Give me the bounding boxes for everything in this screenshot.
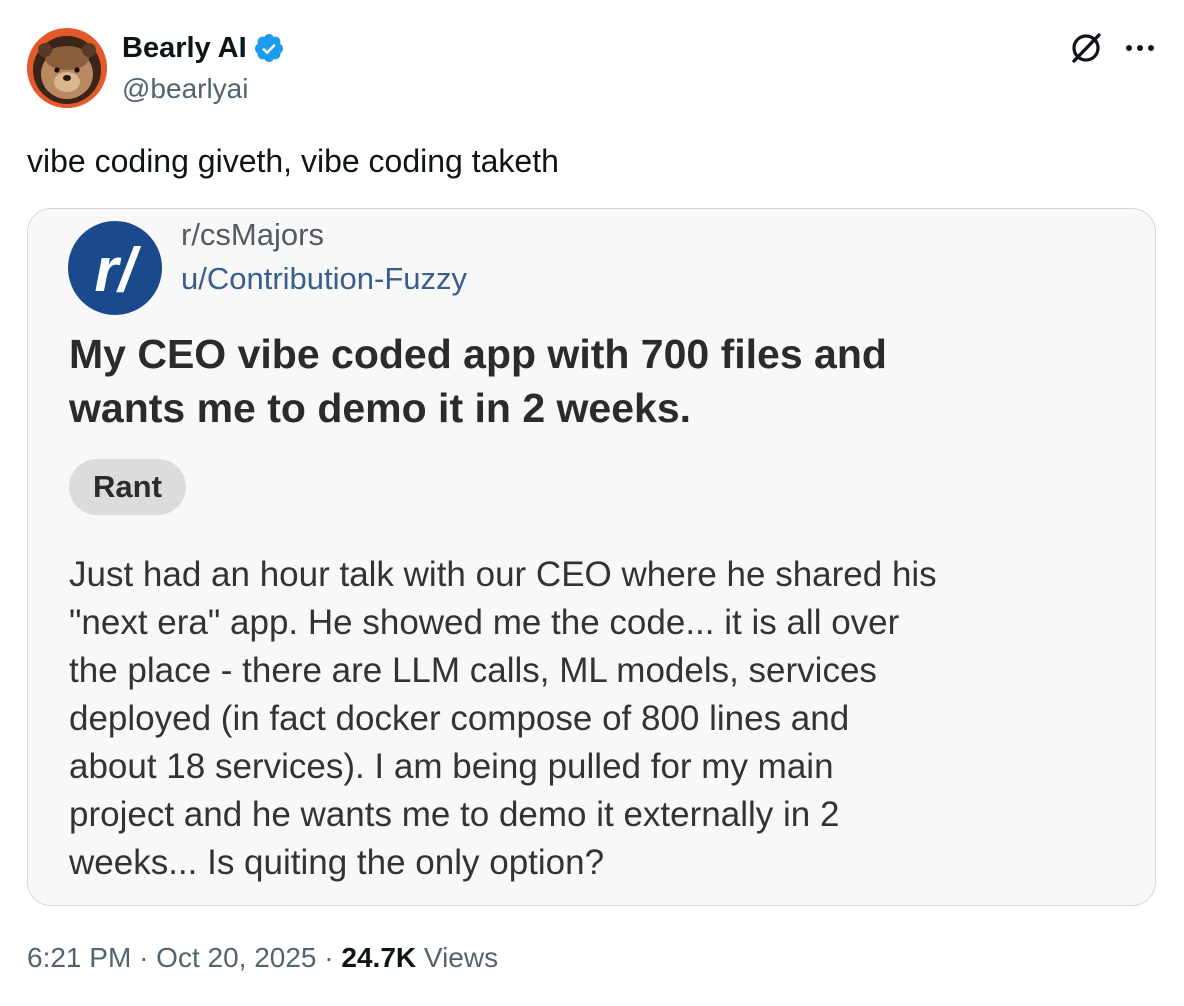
tweet-media-image[interactable]: r/ r/csMajors u/Contribution-Fuzzy My CE… <box>27 208 1156 906</box>
post-body-line: the place - there are LLM calls, ML mode… <box>69 651 877 690</box>
post-body-line: project and he wants me to demo it exter… <box>69 795 840 834</box>
author-name-row[interactable]: Bearly AI <box>122 30 285 66</box>
post-body-line: "next era" app. He showed me the code...… <box>69 603 900 642</box>
grok-icon[interactable] <box>1066 28 1106 68</box>
author-handle[interactable]: @bearlyai <box>122 72 248 106</box>
views-count[interactable]: 24.7K <box>341 942 416 973</box>
post-body-line: about 18 services). I am being pulled fo… <box>69 747 834 786</box>
more-icon[interactable] <box>1120 30 1160 66</box>
reddit-r-logo-icon: r/ <box>68 221 162 315</box>
post-title-line: wants me to demo it in 2 weeks. <box>69 385 692 431</box>
post-body-line: Just had an hour talk with our CEO where… <box>69 555 937 594</box>
tweet-meta: 6:21 PM · Oct 20, 2025 · 24.7K Views <box>27 938 498 978</box>
author-name[interactable]: Bearly AI <box>122 30 247 66</box>
post-body: Just had an hour talk with our CEO where… <box>69 551 1139 887</box>
subreddit-name: r/csMajors <box>181 217 324 252</box>
meta-separator: · <box>324 942 334 973</box>
post-title: My CEO vibe coded app with 700 files and… <box>69 327 1129 435</box>
tweet-date[interactable]: Oct 20, 2025 <box>156 942 316 973</box>
meta-separator: · <box>139 942 149 973</box>
reddit-username: u/Contribution-Fuzzy <box>181 261 468 296</box>
svg-text:r/: r/ <box>94 236 141 305</box>
bear-avatar-graphic <box>27 28 107 108</box>
post-body-line: deployed (in fact docker compose of 800 … <box>69 699 850 738</box>
post-flair-badge: Rant <box>69 459 186 515</box>
post-title-line: My CEO vibe coded app with 700 files and <box>69 331 887 377</box>
tweet-text: vibe coding giveth, vibe coding taketh <box>27 143 559 179</box>
verified-badge-icon <box>254 34 283 62</box>
post-body-line: weeks... Is quiting the only option? <box>69 843 605 882</box>
views-label[interactable]: Views <box>424 942 498 973</box>
tweet-time[interactable]: 6:21 PM <box>27 942 131 973</box>
bear-avatar-icon[interactable] <box>27 28 107 108</box>
